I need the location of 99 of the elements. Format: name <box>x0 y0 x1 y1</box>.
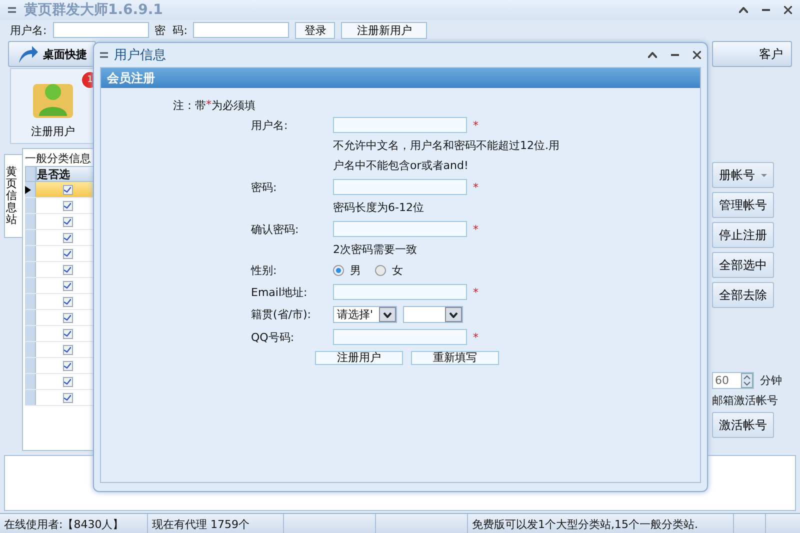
password-field[interactable] <box>193 22 290 38</box>
minutes-unit: 分钟 <box>760 373 782 388</box>
register-button[interactable]: 注册新用户 <box>341 22 428 38</box>
input-field[interactable] <box>333 117 467 133</box>
register-user-shortcut[interactable]: 注册用户 <box>31 80 75 139</box>
login-button[interactable]: 登录 <box>295 22 336 38</box>
customer-button[interactable]: 客户 <box>712 41 792 67</box>
row-checkbox[interactable] <box>62 328 72 338</box>
check-icon <box>64 234 71 240</box>
input-field[interactable] <box>333 329 467 345</box>
form-button[interactable]: 重新填写 <box>411 351 499 365</box>
status-text: 免费版可以发1个大型分类站,15个一般分类站. <box>468 514 734 533</box>
field-label: 密码: <box>251 180 278 194</box>
close-icon[interactable] <box>693 51 701 59</box>
check-icon <box>64 298 71 304</box>
menu-icon[interactable] <box>8 7 16 13</box>
form-button[interactable]: 注册用户 <box>315 351 403 365</box>
action-button[interactable]: 全部选中 <box>712 252 774 278</box>
maximize-icon[interactable] <box>648 52 657 58</box>
check-icon <box>64 202 71 208</box>
status-text: 在线使用者:【8430人】 <box>0 514 148 533</box>
field-label: Email地址: <box>251 284 308 300</box>
username-field[interactable] <box>52 22 149 38</box>
dialog-title: 用户信息 <box>114 47 167 64</box>
caret-icon <box>449 312 458 318</box>
row-checkbox[interactable] <box>62 296 72 306</box>
field-label: 性别: <box>251 263 278 278</box>
required-mark: * <box>473 222 478 236</box>
select-field[interactable] <box>403 306 463 323</box>
select-field[interactable]: 请选择' <box>333 306 397 323</box>
row-checkbox[interactable] <box>62 216 72 226</box>
group-label: 一般分类信息 <box>25 151 92 166</box>
dropdown-icon <box>761 174 767 176</box>
check-icon <box>64 362 71 368</box>
action-button[interactable]: 管理帐号 <box>712 192 774 218</box>
minutes-spinner[interactable]: 60 <box>712 372 754 389</box>
note-text: 注：带 <box>173 98 206 113</box>
action-button[interactable]: 全部去除 <box>712 282 774 308</box>
spinner-arrows-icon <box>741 373 753 388</box>
row-checkbox[interactable] <box>62 280 72 290</box>
field-label: 确认密码: <box>251 222 300 236</box>
field-label: QQ号码: <box>251 330 296 344</box>
caret-icon <box>383 312 392 318</box>
pointer-icon <box>25 186 31 194</box>
row-checkbox[interactable] <box>62 264 72 274</box>
check-icon <box>64 394 71 400</box>
check-icon <box>64 250 71 256</box>
desktop-shortcut-button[interactable]: 桌面快捷 <box>8 41 96 67</box>
row-checkbox[interactable] <box>62 232 72 242</box>
check-icon <box>64 330 71 336</box>
check-icon <box>64 346 71 352</box>
hint-text: 户名中不能包含or或者and! <box>333 159 468 173</box>
username-label: 用户名: <box>10 22 47 38</box>
activate-button[interactable]: 激活帐号 <box>712 412 774 438</box>
row-checkbox[interactable] <box>62 312 72 322</box>
row-checkbox[interactable] <box>62 200 72 210</box>
row-checkbox[interactable] <box>62 360 72 370</box>
check-icon <box>64 282 71 288</box>
row-checkbox[interactable] <box>62 376 72 386</box>
menu-icon[interactable] <box>100 52 108 58</box>
activation-option: 邮箱激活帐号 <box>712 393 778 408</box>
row-checkbox[interactable] <box>62 184 72 194</box>
action-button[interactable]: 册帐号 <box>712 162 774 188</box>
note-text: 为必须填 <box>212 98 256 113</box>
radio-label: 男 <box>350 263 361 278</box>
required-mark: * <box>473 286 478 298</box>
row-header[interactable] <box>25 182 36 197</box>
radio-button[interactable] <box>333 265 344 276</box>
radio-label: 女 <box>392 263 403 278</box>
radio-button[interactable] <box>375 265 386 276</box>
row-checkbox[interactable] <box>62 392 72 402</box>
check-icon <box>64 314 71 320</box>
section-header: 会员注册 <box>101 68 700 88</box>
check-icon <box>64 378 71 384</box>
maximize-icon[interactable] <box>739 7 748 13</box>
row-checkbox[interactable] <box>62 248 72 258</box>
hint-text: 密码长度为6-12位 <box>333 201 424 215</box>
window-title: 黄页群发大师1.6.9.1 <box>24 1 164 19</box>
check-icon <box>64 218 71 224</box>
field-label: 用户名: <box>251 118 289 132</box>
check-icon <box>64 186 71 192</box>
required-mark: * <box>206 98 212 113</box>
input-field[interactable] <box>333 179 467 195</box>
hint-text: 不允许中文名，用户名和密码不能超过12位.用 <box>333 139 560 153</box>
close-icon[interactable] <box>784 6 792 14</box>
hint-text: 2次密码需要一致 <box>333 243 417 257</box>
password-label: 密 码: <box>154 22 188 38</box>
required-mark: * <box>473 118 478 132</box>
input-field[interactable] <box>333 221 467 237</box>
field-label: 籍贯(省/市): <box>251 307 312 322</box>
side-tab[interactable]: 黄页信息站 <box>4 154 22 238</box>
required-mark: * <box>473 180 478 194</box>
curved-arrow-icon <box>17 44 39 64</box>
status-text: 现在有代理 1759个 <box>148 514 284 533</box>
action-button[interactable]: 停止注册 <box>712 222 774 248</box>
input-field[interactable] <box>333 284 467 300</box>
row-checkbox[interactable] <box>62 344 72 354</box>
check-icon <box>64 266 71 272</box>
required-mark: * <box>473 330 478 344</box>
